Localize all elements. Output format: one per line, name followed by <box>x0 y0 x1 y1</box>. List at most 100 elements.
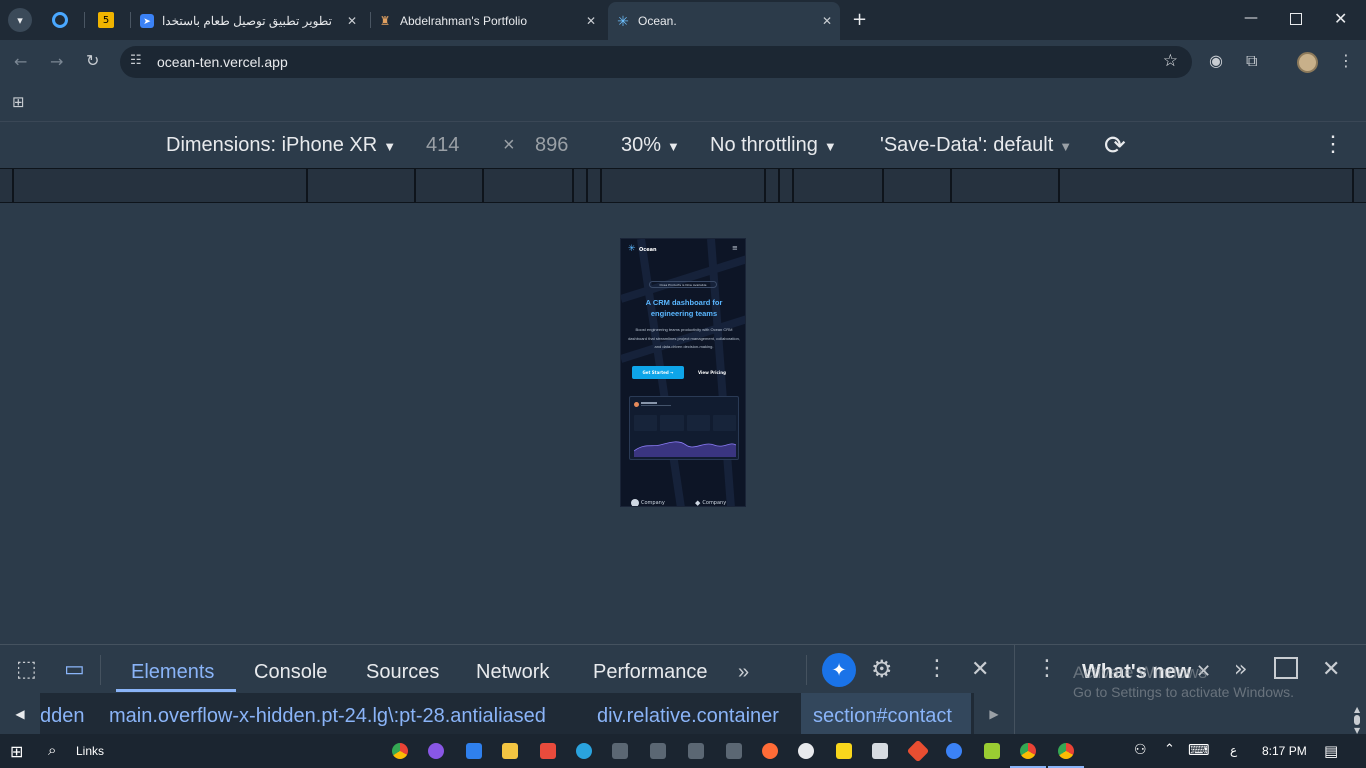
pinned-tab-2[interactable]: 5 <box>98 12 114 28</box>
throttling-select[interactable]: No throttling ▼ <box>710 134 837 157</box>
app-icon[interactable] <box>612 743 628 759</box>
alarm-icon[interactable] <box>798 743 814 759</box>
profile-avatar[interactable] <box>1297 52 1318 73</box>
close-tab-icon[interactable]: ✕ <box>822 14 832 28</box>
close-window-button[interactable]: ✕ <box>1334 9 1347 28</box>
announcement-pill[interactable]: Ocea Products is Now Available <box>649 281 717 288</box>
tray-chevron-icon[interactable]: ⌃ <box>1164 742 1175 757</box>
close-tab-icon[interactable]: ✕ <box>586 14 596 28</box>
windows-taskbar: ⊞ ⌕ Links ⚇ ⌃ ⌨ ع 8:17 PM ▤ <box>0 734 1366 768</box>
avatar <box>634 402 639 407</box>
forward-arrow-icon[interactable]: → <box>50 52 63 71</box>
breadcrumb-scroll-left[interactable]: ◀ <box>0 693 40 735</box>
pinned-tab-1[interactable] <box>52 12 68 28</box>
view-pricing-button[interactable]: View Pricing <box>689 366 735 379</box>
restore-button[interactable] <box>1290 13 1302 25</box>
app-icon[interactable] <box>984 743 1000 759</box>
ai-assistant-button[interactable]: ✦ <box>822 653 856 687</box>
apps-grid-icon[interactable]: ⊞ <box>12 93 25 111</box>
new-tab-button[interactable]: + <box>852 9 867 30</box>
clock-time[interactable]: 8:17 PM <box>1262 744 1307 758</box>
chrome-icon[interactable] <box>1010 743 1046 768</box>
dashboard-area-chart <box>634 441 736 457</box>
bookmarks-bar: ⊞ <box>0 85 1366 121</box>
git-icon[interactable] <box>906 739 930 763</box>
width-input[interactable]: 414 <box>426 134 459 157</box>
close-tab-icon[interactable]: ✕ <box>347 14 357 28</box>
partner-logo-2: ◆ Company <box>695 499 727 507</box>
chrome-icon[interactable] <box>1048 743 1084 768</box>
get-started-button[interactable]: Get Started → <box>632 366 684 379</box>
tab-sources[interactable]: Sources <box>366 661 439 684</box>
rotate-icon[interactable]: ⟳ <box>1104 130 1126 161</box>
site-info-icon[interactable]: ☷ <box>130 53 142 68</box>
tab-console[interactable]: Console <box>254 661 327 684</box>
tab-performance[interactable]: Performance <box>593 661 708 684</box>
reload-icon[interactable]: ↻ <box>86 51 99 70</box>
app-icon[interactable] <box>872 743 888 759</box>
url-text: ocean-ten.vercel.app <box>157 54 288 70</box>
save-data-select[interactable]: 'Save-Data': default ▼ <box>880 134 1072 157</box>
tab-food-app[interactable]: ➤ تطوير تطبيق توصيل طعام باستخدام ✕ <box>140 6 365 36</box>
snowflake-icon: ✳ <box>617 12 629 29</box>
search-icon[interactable]: ⌕ <box>48 741 56 759</box>
chrome-icon[interactable] <box>392 743 408 759</box>
device-toolbar-menu-icon[interactable]: ⋮ <box>1322 131 1344 157</box>
triangle-left-icon: ◀ <box>15 707 25 721</box>
zoom-select[interactable]: 30% ▼ <box>621 134 680 157</box>
vscode-icon[interactable] <box>466 743 482 759</box>
height-input[interactable]: 896 <box>535 134 568 157</box>
devtools-menu-icon[interactable]: ⋮ <box>926 656 948 681</box>
notification-icon[interactable]: ▤ <box>1324 742 1338 760</box>
dimensions-select[interactable]: Dimensions: iPhone XR ▼ <box>166 134 396 157</box>
extensions-puzzle-icon[interactable]: ⧉ <box>1246 51 1257 71</box>
tab-portfolio[interactable]: ♜ Abdelrahman's Portfolio ✕ <box>378 6 604 36</box>
telegram-icon[interactable] <box>576 743 592 759</box>
hero-body: Boost engineering teams productivity wit… <box>628 327 740 349</box>
sticky-notes-icon[interactable] <box>836 743 852 759</box>
caret-down-icon: ▼ <box>667 139 680 154</box>
inspect-element-icon[interactable]: ⬚ <box>16 657 37 682</box>
close-drawer-icon[interactable]: ✕ <box>1322 657 1340 682</box>
file-explorer-icon[interactable] <box>502 743 518 759</box>
taskbar-search-label[interactable]: Links <box>76 744 104 758</box>
figma-icon[interactable] <box>540 743 556 759</box>
github-icon[interactable] <box>428 743 444 759</box>
input-language[interactable]: ع <box>1230 743 1237 757</box>
phone-preview[interactable]: ✳ Ocean ≡ Ocea Products is Now Available… <box>620 238 746 507</box>
address-bar[interactable]: ☷ ocean-ten.vercel.app ☆ <box>120 46 1192 78</box>
tab-ocean[interactable]: ✳ Ocean. ✕ <box>608 2 840 40</box>
windows-start-icon[interactable]: ⊞ <box>10 742 23 761</box>
breadcrumb-item[interactable]: dden <box>40 705 85 728</box>
drawer-scrollbar[interactable]: ▲ ▼ <box>1352 705 1362 735</box>
tab-search-button[interactable]: ▾ <box>8 8 32 32</box>
breadcrumb-item[interactable]: div.relative.container <box>597 705 779 728</box>
breadcrumb-scroll-right[interactable]: ▶ <box>974 693 1014 735</box>
tab-network[interactable]: Network <box>476 661 549 684</box>
breadcrumb-item[interactable]: main.overflow-x-hidden.pt-24.lg\:pt-28.a… <box>109 705 546 728</box>
caret-down-icon: ▼ <box>823 139 837 154</box>
more-tabs-icon[interactable]: » <box>738 661 749 684</box>
minimize-button[interactable]: — <box>1244 10 1258 26</box>
settings-gear-icon[interactable]: ⚙ <box>871 655 893 683</box>
app-icon[interactable] <box>726 743 742 759</box>
app-icon[interactable] <box>688 743 704 759</box>
media-query-ruler[interactable] <box>0 168 1366 203</box>
app-icon[interactable] <box>650 743 666 759</box>
people-icon[interactable]: ⚇ <box>1134 742 1147 758</box>
drawer-menu-icon[interactable]: ⋮ <box>1036 656 1058 681</box>
back-arrow-icon[interactable]: ← <box>14 52 27 71</box>
keyboard-icon[interactable]: ⌨ <box>1188 741 1210 759</box>
eye-extension-icon[interactable]: ◉ <box>1209 51 1223 70</box>
kebab-menu-icon[interactable]: ⋮ <box>1338 51 1354 70</box>
device-toolbar: Dimensions: iPhone XR ▼ 414 × 896 30% ▼ No… <box>0 121 1366 168</box>
bookmark-star-icon[interactable]: ☆ <box>1163 51 1178 71</box>
close-devtools-icon[interactable]: ✕ <box>971 657 989 682</box>
device-toggle-icon[interactable]: ▭ <box>64 657 85 682</box>
close-icon: ✕ <box>1334 9 1348 28</box>
hamburger-menu-icon[interactable]: ≡ <box>732 244 738 252</box>
breadcrumb-selected[interactable]: section#contact <box>801 693 971 735</box>
tab-elements[interactable]: Elements <box>131 661 214 684</box>
app-icon[interactable] <box>946 743 962 759</box>
postman-icon[interactable] <box>762 743 778 759</box>
